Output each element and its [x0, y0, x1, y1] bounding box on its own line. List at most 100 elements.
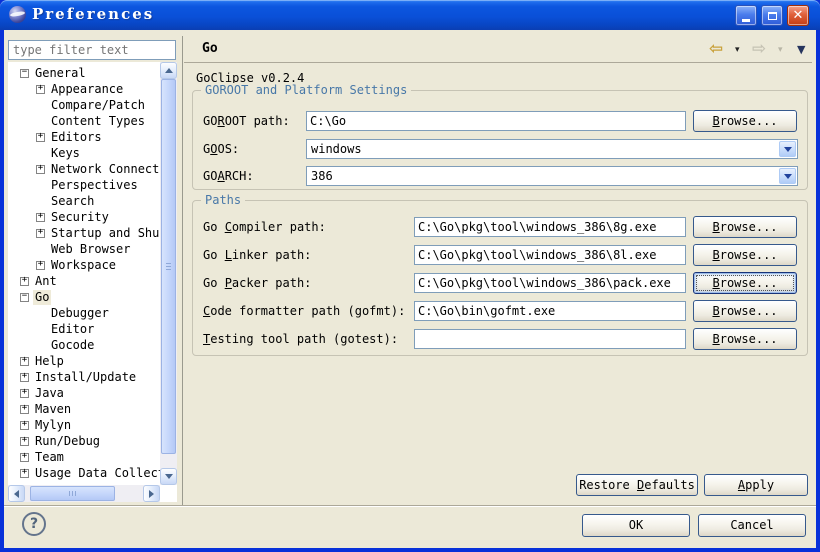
linker-browse-button[interactable]: Browse... [693, 244, 797, 266]
collapse-icon[interactable] [20, 69, 29, 78]
back-menu-icon[interactable]: ▾ [735, 45, 740, 55]
goroot-browse-button[interactable]: Browse... [693, 110, 797, 132]
goos-dropdown-button[interactable] [779, 141, 796, 157]
tree-item[interactable]: General [8, 65, 160, 81]
ok-button[interactable]: OK [582, 514, 690, 537]
maximize-button[interactable] [761, 5, 783, 26]
window-title: Preferences [32, 5, 154, 23]
expand-icon[interactable] [20, 421, 29, 430]
expand-icon[interactable] [20, 373, 29, 382]
expand-icon[interactable] [20, 405, 29, 414]
tree-item[interactable]: Editors [8, 129, 160, 145]
goarch-dropdown-button[interactable] [779, 168, 796, 184]
restore-defaults-button[interactable]: Restore Defaults [576, 474, 698, 496]
page-header: Go ⇦ ▾ ⇨ ▾ ▼ [184, 36, 812, 63]
expand-icon[interactable] [20, 277, 29, 286]
tree-item[interactable]: Startup and Shu [8, 225, 160, 241]
goos-label: GOOS: [203, 142, 239, 156]
goroot-path-input[interactable] [306, 111, 686, 131]
expand-icon[interactable] [36, 165, 45, 174]
tree-item[interactable]: Mylyn [8, 417, 160, 433]
tree-item[interactable]: Help [8, 353, 160, 369]
tree-item[interactable]: Appearance [8, 81, 160, 97]
tree-item[interactable]: Gocode [8, 337, 160, 353]
linker-path-label: Go Linker path: [203, 248, 311, 262]
tree-item[interactable]: Web Browser [8, 241, 160, 257]
expand-icon[interactable] [20, 437, 29, 446]
scroll-up-button[interactable] [160, 62, 177, 79]
goos-combo[interactable]: windows [306, 139, 798, 159]
arrow-right-icon [149, 490, 158, 498]
group-title: GOROOT and Platform Settings [201, 83, 411, 97]
packer-path-label: Go Packer path: [203, 276, 311, 290]
tree-item[interactable]: Debugger [8, 305, 160, 321]
vertical-scrollbar[interactable] [160, 62, 177, 485]
close-button[interactable]: ✕ [787, 5, 809, 26]
tree-item[interactable]: Network Connect [8, 161, 160, 177]
goarch-value: 386 [311, 169, 333, 183]
help-button[interactable]: ? [22, 512, 46, 536]
tree-item-go-selected[interactable]: Go [8, 289, 160, 305]
expand-icon[interactable] [36, 229, 45, 238]
scroll-right-button[interactable] [143, 485, 160, 502]
gofmt-path-input[interactable] [414, 301, 686, 321]
forward-menu-icon[interactable]: ▾ [778, 45, 783, 55]
compiler-path-input[interactable] [414, 217, 686, 237]
expand-icon[interactable] [36, 261, 45, 270]
tree-item[interactable]: Workspace [8, 257, 160, 273]
horizontal-scroll-thumb[interactable] [30, 486, 115, 501]
compiler-browse-button[interactable]: Browse... [693, 216, 797, 238]
tree-item[interactable]: Security [8, 209, 160, 225]
tree-item[interactable]: Editor [8, 321, 160, 337]
filter-input[interactable] [8, 40, 176, 60]
arrow-up-icon [165, 64, 173, 73]
vertical-scroll-thumb[interactable] [161, 79, 176, 454]
expand-icon[interactable] [20, 357, 29, 366]
scroll-down-button[interactable] [160, 468, 177, 485]
tree-item[interactable]: Keys [8, 145, 160, 161]
packer-path-input[interactable] [414, 273, 686, 293]
expand-icon[interactable] [36, 133, 45, 142]
tree-item[interactable]: Content Types [8, 113, 160, 129]
tree-item[interactable]: Perspectives [8, 177, 160, 193]
group-title: Paths [201, 193, 245, 207]
chevron-down-icon [784, 174, 792, 183]
goarch-combo[interactable]: 386 [306, 166, 798, 186]
tree-item[interactable]: Team [8, 449, 160, 465]
apply-button[interactable]: Apply [704, 474, 808, 496]
tree-item[interactable]: Run/Debug [8, 433, 160, 449]
cancel-button[interactable]: Cancel [698, 514, 806, 537]
gotest-browse-button[interactable]: Browse... [693, 328, 797, 350]
tree-item[interactable]: Ant [8, 273, 160, 289]
horizontal-scrollbar[interactable] [8, 485, 160, 502]
page-title: Go [202, 41, 218, 56]
forward-icon[interactable]: ⇨ [752, 39, 766, 59]
expand-icon[interactable] [36, 85, 45, 94]
expand-icon[interactable] [36, 213, 45, 222]
tree-item[interactable]: Maven [8, 401, 160, 417]
expand-icon[interactable] [20, 469, 29, 478]
tree-item[interactable]: Compare/Patch [8, 97, 160, 113]
chevron-down-icon [784, 147, 792, 156]
view-menu-icon[interactable]: ▼ [797, 43, 805, 56]
arrow-left-icon [10, 490, 19, 498]
tree-item[interactable]: Usage Data Collect [8, 465, 160, 481]
sash-divider[interactable] [182, 36, 183, 505]
scroll-left-button[interactable] [8, 485, 25, 502]
close-icon: ✕ [793, 9, 804, 22]
collapse-icon[interactable] [20, 293, 29, 302]
expand-icon[interactable] [20, 389, 29, 398]
tree-item[interactable]: Java [8, 385, 160, 401]
goroot-path-label: GOROOT path: [203, 114, 290, 128]
minimize-icon [742, 19, 750, 22]
expand-icon[interactable] [20, 453, 29, 462]
packer-browse-button[interactable]: Browse... [693, 272, 797, 294]
gotest-path-input[interactable] [414, 329, 686, 349]
tree-item[interactable]: Install/Update [8, 369, 160, 385]
tree-item[interactable]: Search [8, 193, 160, 209]
titlebar: Preferences ✕ [0, 0, 820, 30]
gofmt-browse-button[interactable]: Browse... [693, 300, 797, 322]
linker-path-input[interactable] [414, 245, 686, 265]
minimize-button[interactable] [735, 5, 757, 26]
back-icon[interactable]: ⇦ [709, 39, 723, 59]
